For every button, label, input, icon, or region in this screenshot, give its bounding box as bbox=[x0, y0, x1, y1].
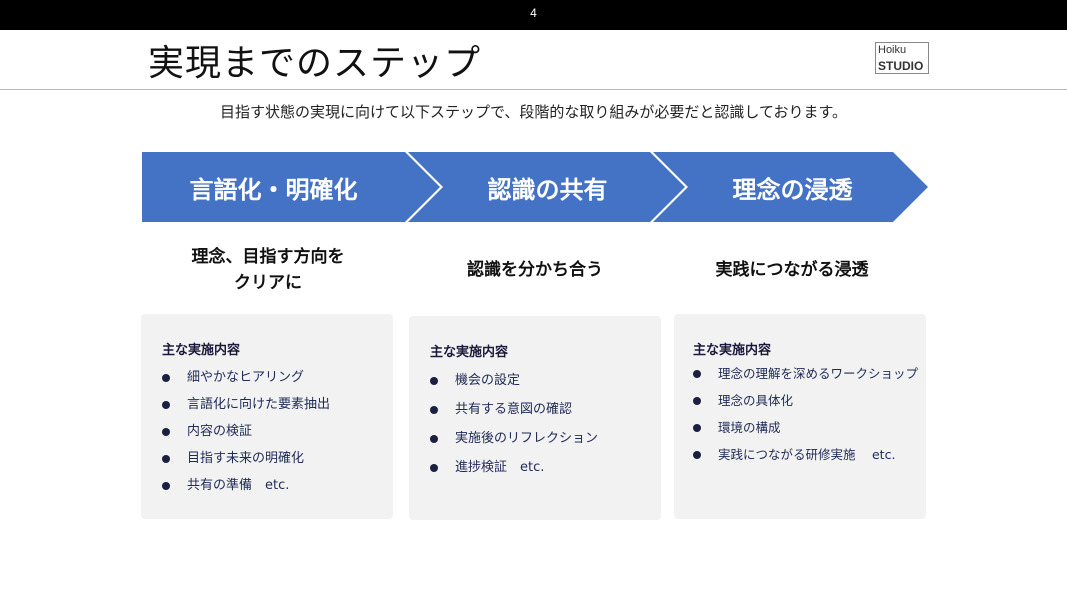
step-3-item-list: 理念の理解を深めるワークショップ 理念の具体化 環境の構成 実践につながる研修実… bbox=[693, 360, 918, 468]
list-item: 理念の理解を深めるワークショップ bbox=[693, 360, 918, 387]
step-1-card: 主な実施内容 細やかなヒアリング 言語化に向けた要素抽出 内容の検証 目指す未来… bbox=[141, 314, 393, 519]
bullet-icon bbox=[430, 376, 438, 385]
bullet-icon bbox=[693, 396, 701, 405]
step-1-heading-line-1: 理念、目指す方向を bbox=[191, 247, 345, 267]
list-item: 内容の検証 bbox=[162, 418, 330, 445]
step-2-card: 主な実施内容 機会の設定 共有する意図の確認 実施後のリフレクション 進捗検証 … bbox=[409, 316, 661, 520]
list-item: 環境の構成 bbox=[693, 414, 918, 441]
step-3-card-title: 主な実施内容 bbox=[693, 343, 772, 358]
bullet-icon bbox=[693, 450, 701, 459]
step-2-heading-line-1: 認識を分かち合う bbox=[467, 260, 603, 280]
step-2-label: 認識の共有 bbox=[487, 176, 608, 204]
step-3-heading: 実践につながる浸透 bbox=[666, 257, 918, 283]
bullet-icon bbox=[430, 434, 438, 443]
bullet-icon bbox=[162, 454, 170, 463]
bullet-icon bbox=[430, 463, 438, 472]
list-item: 実践につながる研修実施 etc. bbox=[693, 441, 918, 468]
list-item: 実施後のリフレクション bbox=[430, 424, 598, 453]
step-3-label: 理念の浸透 bbox=[732, 176, 853, 204]
bullet-icon bbox=[693, 423, 701, 432]
bullet-icon bbox=[162, 481, 170, 490]
list-item: 言語化に向けた要素抽出 bbox=[162, 391, 330, 418]
step-2-item-list: 機会の設定 共有する意図の確認 実施後のリフレクション 進捗検証 etc. bbox=[430, 366, 598, 482]
step-1-item-list: 細やかなヒアリング 言語化に向けた要素抽出 内容の検証 目指す未来の明確化 共有… bbox=[162, 364, 330, 499]
step-3-card: 主な実施内容 理念の理解を深めるワークショップ 理念の具体化 環境の構成 実践に… bbox=[674, 314, 926, 519]
step-1-label: 言語化・明確化 bbox=[189, 176, 358, 204]
list-item: 目指す未来の明確化 bbox=[162, 445, 330, 472]
step-1-card-title: 主な実施内容 bbox=[162, 343, 241, 358]
bullet-icon bbox=[430, 405, 438, 414]
bullet-icon bbox=[162, 427, 170, 436]
step-1-heading-line-2: クリアに bbox=[234, 273, 302, 293]
step-2-card-title: 主な実施内容 bbox=[430, 345, 509, 360]
bullet-icon bbox=[693, 369, 701, 378]
list-item: 共有する意図の確認 bbox=[430, 395, 598, 424]
list-item: 進捗検証 etc. bbox=[430, 453, 598, 482]
list-item: 細やかなヒアリング bbox=[162, 364, 330, 391]
step-2-heading: 認識を分かち合う bbox=[409, 257, 661, 283]
list-item: 共有の準備 etc. bbox=[162, 472, 330, 499]
step-3-heading-line-1: 実践につながる浸透 bbox=[715, 260, 869, 280]
list-item: 機会の設定 bbox=[430, 366, 598, 395]
list-item: 理念の具体化 bbox=[693, 387, 918, 414]
step-1-heading: 理念、目指す方向を クリアに bbox=[142, 244, 394, 296]
bullet-icon bbox=[162, 400, 170, 409]
bullet-icon bbox=[162, 373, 170, 382]
